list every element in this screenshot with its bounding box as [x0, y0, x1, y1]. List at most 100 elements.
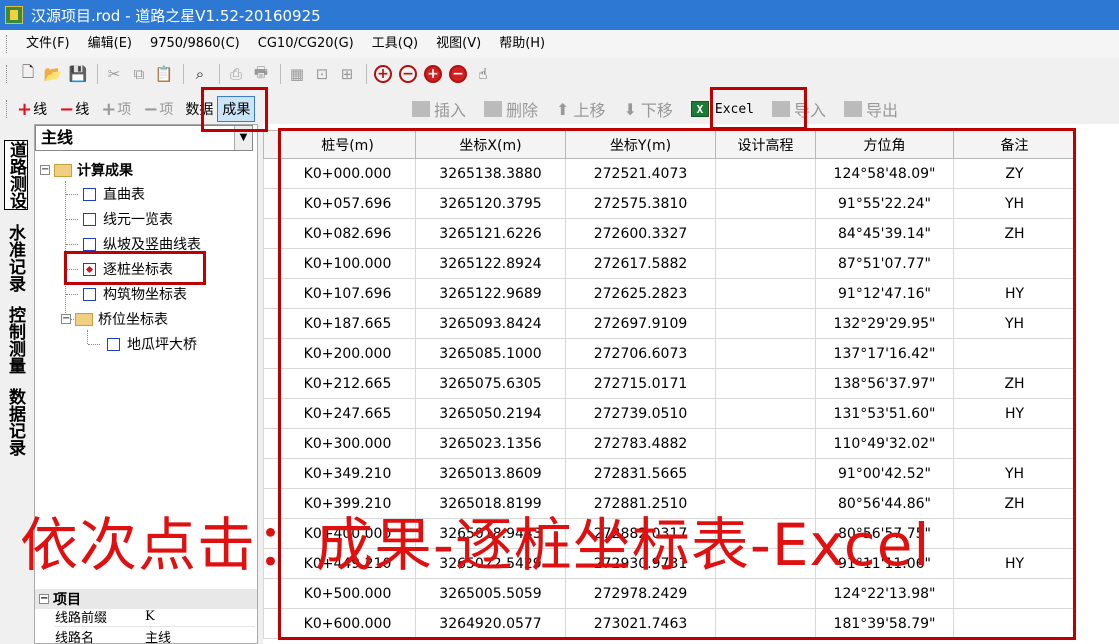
- arrow-up-icon: ⬆: [556, 99, 570, 119]
- insert-icon: [412, 101, 430, 117]
- icon-toolbar: 🗋 📂 💾 ✂ ⧉ 📋 ⌕ ⎙ 🖶 ▦ ⊡ ⊞ + − + − ☝: [0, 58, 540, 90]
- zoom-in-icon[interactable]: +: [422, 63, 444, 85]
- tree-item-structure-coordinates[interactable]: 构筑物坐标表: [83, 283, 187, 305]
- tree-item-bridge[interactable]: 地瓜坪大桥: [107, 333, 197, 355]
- tab-control-survey[interactable]: 控制测量: [4, 306, 28, 374]
- tree-connector: [88, 344, 100, 345]
- tab-data-record[interactable]: 数据记录: [4, 388, 28, 456]
- excel-icon: X: [690, 101, 709, 117]
- data-toolbar: + 线 − 线 + 项 − 项 数据 成果 插入 删除 ⬆ 上移 ⬇ 下移 X Excel 导…: [0, 94, 1119, 124]
- tree-item-label: 直曲表: [103, 187, 145, 203]
- new-file-icon[interactable]: 🗋: [17, 63, 39, 85]
- print-icon[interactable]: 🖶: [250, 63, 272, 85]
- annotation-result-highlight: [201, 87, 268, 132]
- insert-button[interactable]: 插入: [412, 97, 466, 121]
- export-button[interactable]: 导出: [844, 97, 898, 121]
- zoom-minus-icon[interactable]: −: [447, 63, 469, 85]
- grip-icon: [6, 65, 9, 83]
- plus-icon: +: [101, 98, 117, 120]
- checkbox-icon[interactable]: [83, 212, 96, 226]
- toolbar-separator: [280, 64, 281, 84]
- checkbox-icon[interactable]: [83, 287, 96, 301]
- tree-node-bridge-coordinates[interactable]: − 桥位坐标表: [61, 308, 168, 330]
- tree-connector: [87, 330, 88, 344]
- cut-icon[interactable]: ✂: [103, 63, 125, 85]
- property-group-header[interactable]: − 项目: [35, 589, 257, 609]
- find-binoculars-icon[interactable]: ⌕: [189, 63, 211, 85]
- property-key: 线路前缀: [55, 611, 108, 626]
- tree-node-label: 桥位坐标表: [98, 312, 168, 328]
- print-preview-icon[interactable]: ⎙: [225, 63, 247, 85]
- tree-item-label: 线元一览表: [103, 212, 173, 228]
- delete-item-button[interactable]: − 项: [143, 99, 173, 120]
- delete-line-button[interactable]: − 线: [59, 99, 89, 120]
- menu-bar: 文件(F) 编辑(E) 9750/9860(C) CG10/CG20(G) 工具…: [0, 30, 1119, 58]
- menu-view[interactable]: 视图(V): [427, 30, 490, 58]
- import-box-icon[interactable]: ⊡: [311, 63, 333, 85]
- delete-button[interactable]: 删除: [484, 97, 538, 121]
- tree-item-element-list[interactable]: 线元一览表: [83, 208, 173, 230]
- export-box-icon[interactable]: ⊞: [336, 63, 358, 85]
- arrow-down-icon: ⬇: [623, 99, 637, 119]
- add-item-button[interactable]: + 项: [101, 99, 131, 120]
- instruction-caption: 依次点击：成果-逐桩坐标表-Excel: [20, 511, 931, 579]
- checkbox-icon[interactable]: [83, 237, 96, 251]
- tree-node-label: 计算成果: [77, 163, 133, 179]
- menu-edit[interactable]: 编辑(E): [79, 30, 141, 58]
- menu-9750[interactable]: 9750/9860(C): [141, 30, 249, 58]
- add-line-button[interactable]: + 线: [17, 99, 47, 120]
- add-line-label: 线: [33, 102, 48, 118]
- tree-connector: [66, 294, 78, 295]
- paste-icon[interactable]: 📋: [153, 63, 175, 85]
- property-key: 线路名: [55, 631, 95, 644]
- export-icon: [844, 101, 863, 117]
- property-value: 主线: [145, 631, 172, 644]
- pan-hand-icon[interactable]: ☝: [472, 63, 494, 85]
- collapse-icon[interactable]: −: [61, 314, 71, 324]
- menu-help[interactable]: 帮助(H): [490, 30, 554, 58]
- move-down-label: 下移: [640, 101, 673, 120]
- menu-tools[interactable]: 工具(Q): [363, 30, 427, 58]
- property-row[interactable]: 线路名 主线: [55, 627, 255, 644]
- move-down-button[interactable]: ⬇ 下移: [623, 97, 672, 121]
- zoom-window-icon[interactable]: +: [372, 63, 394, 85]
- tree-connector: [66, 194, 78, 195]
- collapse-icon[interactable]: −: [40, 165, 50, 175]
- tree-connector: [66, 219, 78, 220]
- route-select-value: 主线: [41, 128, 74, 147]
- toolbar-separator: [183, 64, 184, 84]
- checkbox-icon[interactable]: [83, 187, 96, 201]
- tab-level-record[interactable]: 水准记录: [4, 224, 28, 292]
- minus-icon: −: [143, 98, 159, 120]
- tree-item-curve-table[interactable]: 直曲表: [83, 183, 145, 205]
- menu-file[interactable]: 文件(F): [17, 30, 79, 58]
- toolbar-separator: [366, 64, 367, 84]
- layout-icon[interactable]: ▦: [286, 63, 308, 85]
- window-title: 汉源项目.rod - 道路之星V1.52-20160925: [31, 6, 321, 25]
- tree-item-label: 地瓜坪大桥: [127, 337, 197, 353]
- property-row[interactable]: 线路前缀 K: [55, 607, 255, 627]
- tree-connector: [66, 244, 78, 245]
- property-value: K: [145, 609, 155, 624]
- annotation-excel-highlight: [710, 87, 807, 130]
- tree-item-label: 构筑物坐标表: [103, 287, 187, 303]
- grip-icon: [6, 100, 9, 118]
- tab-road-survey[interactable]: 道路测设: [4, 140, 28, 210]
- edit-tools: 插入 删除 ⬆ 上移 ⬇ 下移 X Excel 导入 导出: [412, 94, 916, 124]
- delete-line-label: 线: [75, 102, 90, 118]
- insert-label: 插入: [434, 101, 467, 120]
- tree-node-results[interactable]: − 计算成果: [40, 159, 133, 181]
- add-item-label: 项: [117, 102, 132, 118]
- checkbox-icon[interactable]: [107, 337, 120, 351]
- menu-cg10[interactable]: CG10/CG20(G): [249, 30, 363, 58]
- delete-item-label: 项: [159, 102, 174, 118]
- zoom-out-icon[interactable]: −: [397, 63, 419, 85]
- save-icon[interactable]: 💾: [67, 63, 89, 85]
- collapse-icon[interactable]: −: [39, 594, 49, 604]
- open-folder-icon[interactable]: 📂: [42, 63, 64, 85]
- app-icon: [5, 6, 23, 24]
- delete-label: 删除: [506, 101, 539, 120]
- property-group-label: 项目: [53, 592, 81, 608]
- move-up-button[interactable]: ⬆ 上移: [556, 97, 605, 121]
- copy-icon[interactable]: ⧉: [128, 63, 150, 85]
